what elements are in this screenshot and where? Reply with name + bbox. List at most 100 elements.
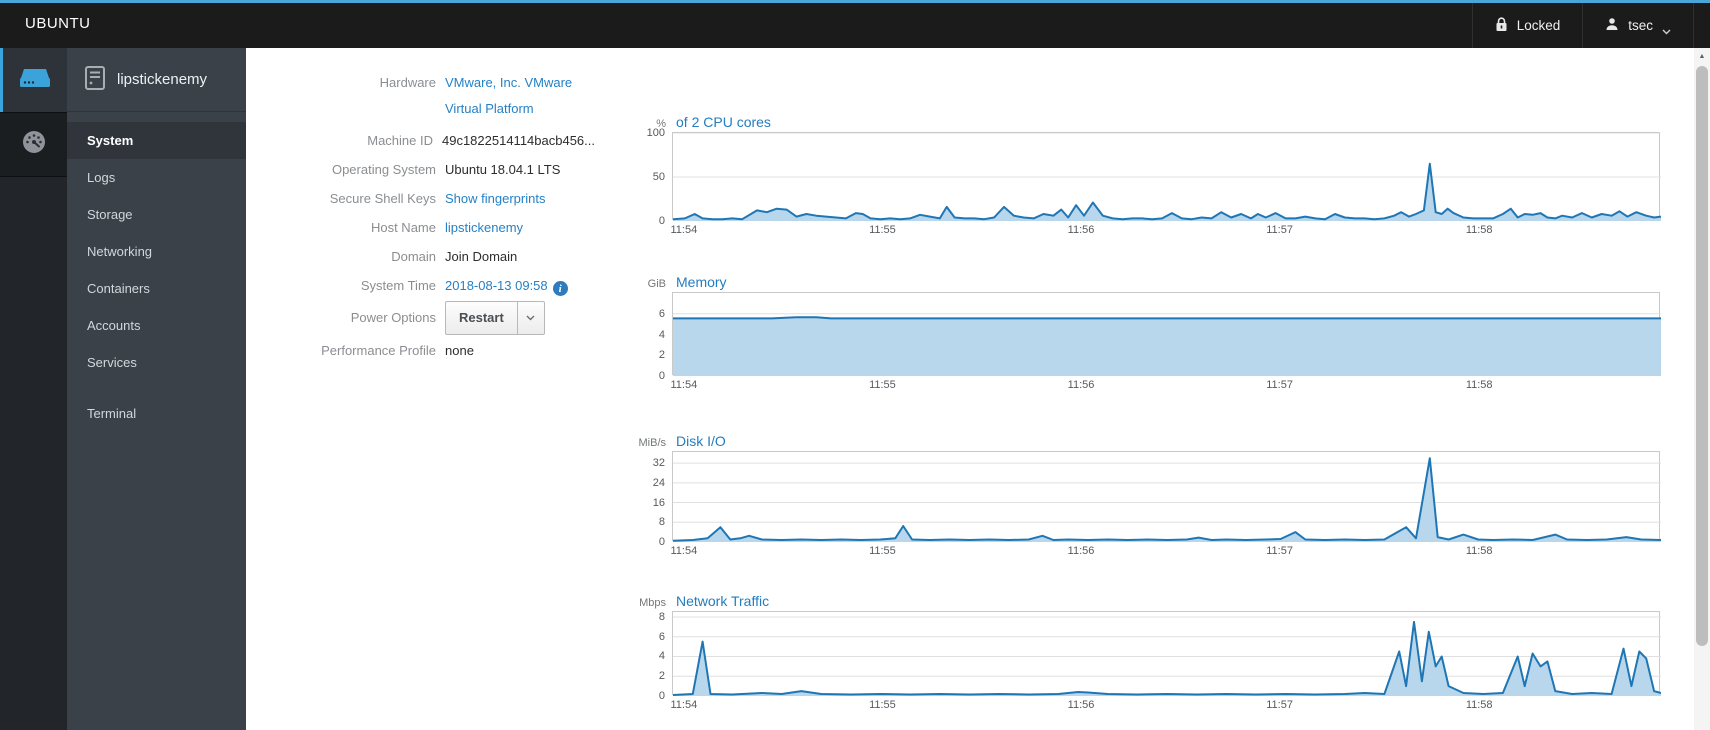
host-name-link[interactable]: lipstickenemy xyxy=(445,220,523,235)
host-switcher-rail xyxy=(0,48,67,730)
dashboard-gauge-icon xyxy=(21,129,47,160)
x-axis-tick: 11:56 xyxy=(1067,545,1095,557)
info-value: 49c1822514114bacb456... xyxy=(441,132,595,148)
restart-button[interactable]: Restart xyxy=(445,301,518,335)
sidebar-item-system[interactable]: System xyxy=(67,122,246,159)
host-server-button[interactable] xyxy=(0,48,67,112)
info-row: Operating System Ubuntu 18.04.1 LTS xyxy=(245,155,595,184)
sidebar-item-logs[interactable]: Logs xyxy=(67,159,246,196)
y-axis-tick: 6 xyxy=(658,630,665,643)
sidebar-item-terminal[interactable]: Terminal xyxy=(67,395,246,432)
chart-plot-area: 6 4 2 0 xyxy=(659,292,1661,382)
graphs-panel: % of 2 CPU cores 100 50 0 11:54 11:55 11:56 11:5… xyxy=(600,48,1665,730)
x-axis-tick: 11:56 xyxy=(1067,379,1095,391)
chart-title-link[interactable]: Network Traffic xyxy=(676,593,769,609)
x-axis-labels: 11:54 11:55 11:56 11:57 11:58 xyxy=(670,379,1660,395)
x-axis-tick: 11:54 xyxy=(670,699,698,711)
chevron-down-icon xyxy=(1662,23,1671,34)
info-label: System Time xyxy=(360,277,436,293)
secure-shell-keys-link[interactable]: Show fingerprints xyxy=(445,191,545,206)
chart-plot-area: 32 24 16 8 0 xyxy=(653,451,1661,548)
sidebar-item-storage[interactable]: Storage xyxy=(67,196,246,233)
info-value: Ubuntu 18.04.1 LTS xyxy=(445,161,561,177)
y-axis-tick: 6 xyxy=(658,307,665,320)
info-row: Power Options Restart xyxy=(245,300,595,336)
disk-i-o-graph: MiB/s Disk I/O 32 24 16 8 0 11:54 11:55 11:56 11:5… xyxy=(600,433,1661,561)
x-axis-labels: 11:54 11:55 11:56 11:57 11:58 xyxy=(670,545,1660,561)
info-value: Join Domain xyxy=(445,248,518,264)
x-axis-tick: 11:57 xyxy=(1266,699,1293,711)
locked-indicator[interactable]: Locked xyxy=(1471,3,1583,48)
info-label: Performance Profile xyxy=(321,342,436,358)
x-axis-tick: 11:57 xyxy=(1266,545,1293,557)
user-name: tsec xyxy=(1628,18,1653,33)
sidebar-item-networking[interactable]: Networking xyxy=(67,233,246,270)
x-axis-tick: 11:55 xyxy=(869,224,896,236)
x-axis-tick: 11:58 xyxy=(1465,545,1493,557)
restart-dropdown-toggle[interactable] xyxy=(517,301,545,335)
info-row: Host Name lipstickenemy xyxy=(245,213,595,242)
host-header: lipstickenemy xyxy=(67,48,246,112)
x-axis-tick: 11:58 xyxy=(1465,379,1493,391)
x-axis-tick: 11:57 xyxy=(1266,224,1293,236)
user-menu[interactable]: tsec xyxy=(1582,3,1694,48)
y-axis-tick: 0 xyxy=(658,690,665,702)
info-row: Hardware VMware, Inc. VMware Virtual Plat… xyxy=(245,70,595,126)
host-name-label: lipstickenemy xyxy=(117,71,208,88)
info-value: Restart xyxy=(445,301,545,335)
x-axis-tick: 11:55 xyxy=(869,545,896,557)
server-icon xyxy=(19,66,51,95)
system-time-link[interactable]: 2018-08-13 09:58 xyxy=(445,278,548,293)
locked-label: Locked xyxy=(1516,18,1561,33)
info-icon[interactable]: i xyxy=(552,281,568,296)
lock-icon xyxy=(1495,16,1508,35)
chart-title-link[interactable]: Disk I/O xyxy=(676,433,726,449)
info-label: Power Options xyxy=(350,310,436,325)
x-axis-tick: 11:55 xyxy=(869,699,896,711)
sidebar-item-accounts[interactable]: Accounts xyxy=(67,307,246,344)
y-axis-tick: 0 xyxy=(658,215,665,227)
info-value: Show fingerprints xyxy=(445,186,545,212)
x-axis-tick: 11:54 xyxy=(670,224,698,236)
info-value: VMware, Inc. VMware Virtual Platform xyxy=(445,70,595,122)
info-row: Machine ID 49c1822514114bacb456... xyxy=(245,126,595,155)
info-value: lipstickenemy xyxy=(445,215,523,241)
y-axis-tick: 50 xyxy=(652,171,665,183)
system-info-panel: Hardware VMware, Inc. VMware Virtual Plat… xyxy=(245,70,595,365)
chart-unit-label: Mbps xyxy=(639,597,666,609)
power-options-split-button: Restart xyxy=(445,301,545,335)
x-axis-tick: 11:54 xyxy=(670,545,698,557)
top-navbar: UBUNTU Locked tsec xyxy=(0,0,1710,48)
info-label: Machine ID xyxy=(367,132,433,148)
x-axis-tick: 11:57 xyxy=(1266,379,1293,391)
y-axis-tick: 2 xyxy=(658,349,665,362)
info-label: Hardware xyxy=(379,75,436,90)
chart-title-link[interactable]: of 2 CPU cores xyxy=(676,114,771,130)
x-axis-labels: 11:54 11:55 11:56 11:57 11:58 xyxy=(670,224,1660,240)
x-axis-tick: 11:55 xyxy=(869,379,896,391)
scroll-thumb[interactable] xyxy=(1696,66,1708,646)
y-axis-tick: 2 xyxy=(658,670,665,683)
sidebar-menu: System Logs Storage Networking Containers Acc… xyxy=(67,112,246,432)
x-axis-labels: 11:54 11:55 11:56 11:57 11:58 xyxy=(670,699,1660,715)
hardware-link[interactable]: VMware, Inc. VMware Virtual Platform xyxy=(445,70,595,122)
info-label: Domain xyxy=(391,248,436,264)
scroll-up-arrow[interactable]: ▲ xyxy=(1694,50,1710,64)
x-axis-tick: 11:56 xyxy=(1067,224,1095,236)
y-axis-tick: 4 xyxy=(658,650,665,663)
info-label: Operating System xyxy=(331,161,436,177)
sidebar: lipstickenemy System Logs Storage Networkin… xyxy=(67,48,246,730)
network-traffic-graph: Mbps Network Traffic 8 6 4 2 0 11:54 11:55 11:56 1… xyxy=(600,593,1661,715)
y-axis-tick: 0 xyxy=(658,370,665,382)
sidebar-item-containers[interactable]: Containers xyxy=(67,270,246,307)
y-axis-tick: 0 xyxy=(658,536,665,548)
info-label: Secure Shell Keys xyxy=(329,190,436,206)
chart-title-link[interactable]: Memory xyxy=(676,274,727,290)
vertical-scrollbar[interactable]: ▲ xyxy=(1694,48,1710,730)
y-axis-tick: 32 xyxy=(652,457,665,470)
info-row: Domain Join Domain xyxy=(245,242,595,271)
dashboard-button[interactable] xyxy=(0,112,67,177)
brand-label: UBUNTU xyxy=(25,15,91,32)
sidebar-item-services[interactable]: Services xyxy=(67,344,246,381)
info-row: Performance Profile none xyxy=(245,336,595,365)
